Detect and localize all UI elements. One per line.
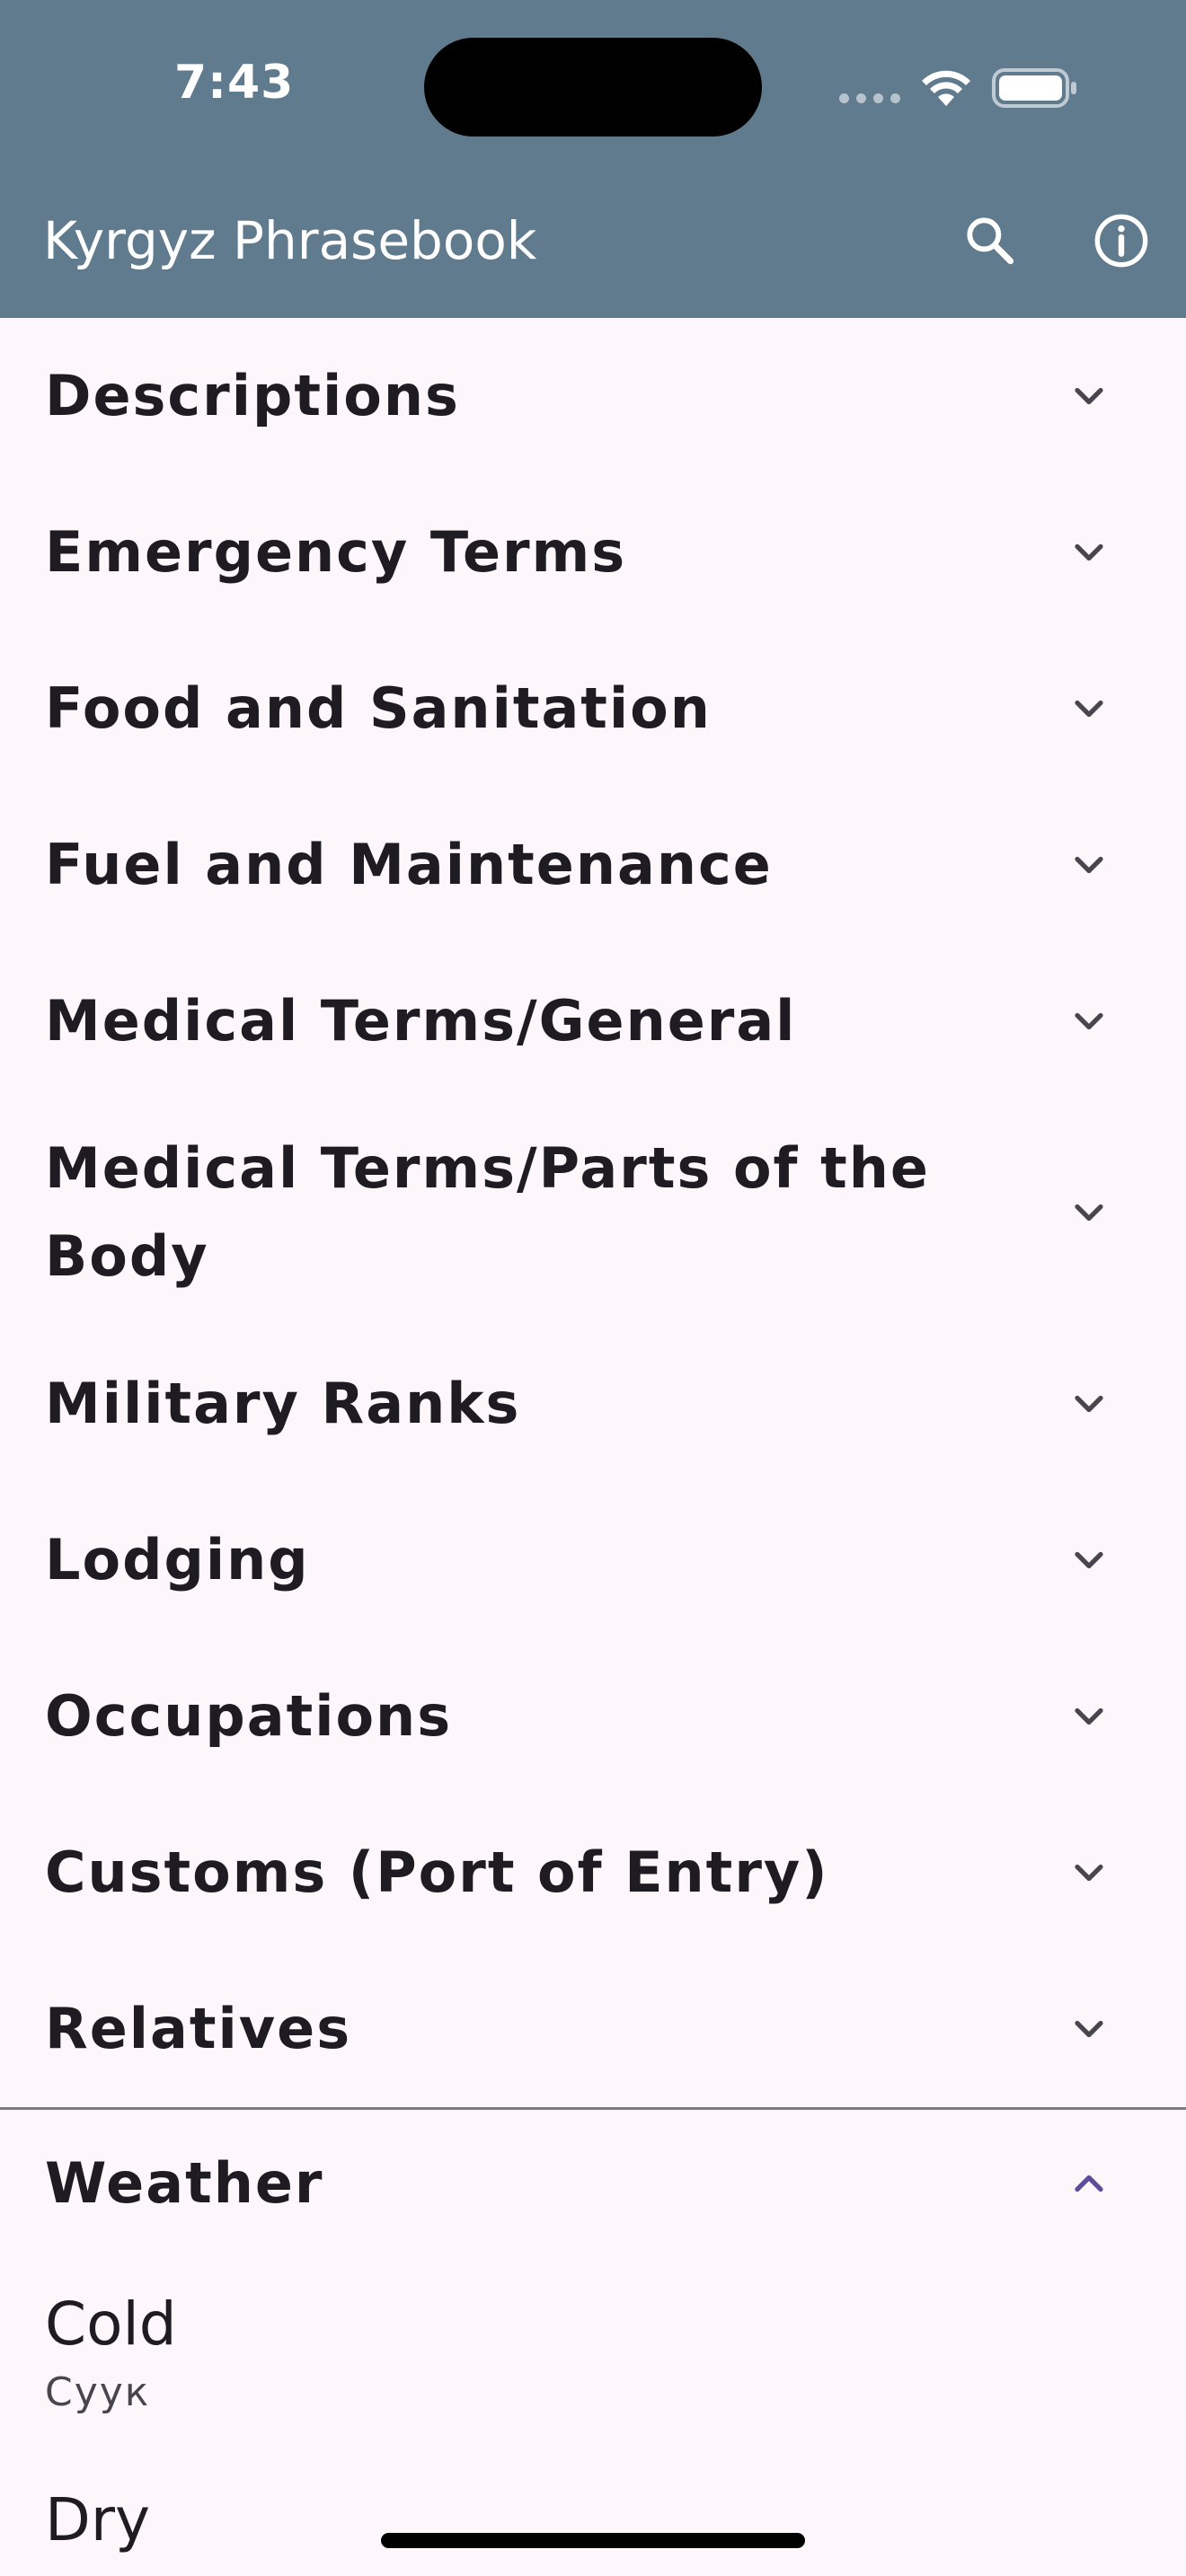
category-item-fuel-and-maintenance[interactable]: Fuel and Maintenance [0, 787, 1186, 943]
category-label: Occupations [45, 1683, 453, 1749]
category-item-relatives[interactable]: Relatives [0, 1951, 1186, 2107]
phrase-english: Cold [45, 2289, 177, 2359]
chevron-down-icon [1075, 1395, 1103, 1413]
chevron-down-icon [1075, 1012, 1103, 1030]
chevron-down-icon [1075, 700, 1103, 718]
category-label: Weather [45, 2150, 324, 2216]
category-label: Customs (Port of Entry) [45, 1839, 829, 1905]
chevron-down-icon [1075, 1204, 1103, 1222]
category-list: Descriptions Emergency Terms Food and Sa… [0, 318, 1186, 2107]
category-label: Medical Terms/General [45, 988, 797, 1054]
category-item-customs-port-of-entry[interactable]: Customs (Port of Entry) [0, 1795, 1186, 1951]
category-label: Lodging [45, 1527, 310, 1592]
category-label: Military Ranks [45, 1371, 521, 1436]
category-item-food-and-sanitation[interactable]: Food and Sanitation [0, 631, 1186, 787]
category-item-emergency-terms[interactable]: Emergency Terms [0, 474, 1186, 631]
app-bar: 7:43 Kyrgyz Phrasebook [0, 0, 1186, 318]
chevron-down-icon [1075, 1707, 1103, 1725]
category-item-occupations[interactable]: Occupations [0, 1638, 1186, 1795]
phrase-kyrgyz: Суук [45, 2369, 151, 2415]
category-item-medical-terms-general[interactable]: Medical Terms/General [0, 943, 1186, 1099]
category-item-weather[interactable]: Weather [0, 2110, 1186, 2257]
category-label: Medical Terms/Parts of the Body [45, 1135, 930, 1289]
category-item-military-ranks[interactable]: Military Ranks [0, 1326, 1186, 1482]
category-item-lodging[interactable]: Lodging [0, 1482, 1186, 1638]
wifi-icon [922, 70, 970, 106]
chevron-down-icon [1075, 387, 1103, 405]
chevron-down-icon [1075, 543, 1103, 561]
category-label: Fuel and Maintenance [45, 832, 773, 897]
chevron-down-icon [1075, 1864, 1103, 1882]
chevron-up-icon [1075, 2175, 1103, 2192]
info-button[interactable] [1085, 205, 1157, 277]
chevron-down-icon [1075, 856, 1103, 874]
home-indicator [381, 2533, 805, 2548]
category-label: Descriptions [45, 363, 460, 428]
chevron-down-icon [1075, 1551, 1103, 1569]
category-label: Relatives [45, 1996, 352, 2061]
status-time: 7:43 [174, 56, 295, 110]
search-icon [967, 217, 1014, 265]
chevron-down-icon [1075, 2020, 1103, 2038]
info-icon [1094, 214, 1148, 268]
category-label: Food and Sanitation [45, 675, 712, 741]
dynamic-island [424, 38, 762, 137]
category-item-medical-terms-parts-of-the-body[interactable]: Medical Terms/Parts of the Body [0, 1099, 1186, 1326]
phrase-item[interactable]: Cold Суук [45, 2289, 1123, 2420]
cellular-signal-icon [839, 93, 900, 104]
category-item-descriptions[interactable]: Descriptions [0, 318, 1186, 474]
battery-icon [992, 68, 1076, 108]
category-label: Emergency Terms [45, 519, 627, 585]
search-button[interactable] [954, 205, 1026, 277]
app-title: Kyrgyz Phrasebook [43, 210, 537, 271]
